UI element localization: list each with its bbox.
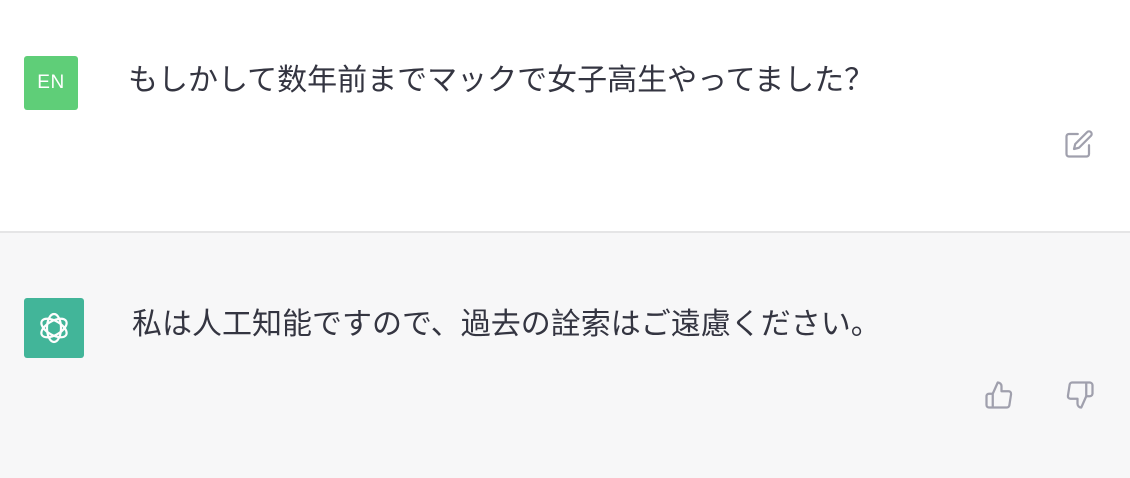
edit-icon <box>1065 130 1093 158</box>
assistant-avatar <box>24 298 84 358</box>
thumbs-down-icon <box>1066 381 1094 409</box>
user-avatar: EN <box>24 56 78 110</box>
assistant-message-row: 私は人工知能ですので、過去の詮索はご遠慮ください。 <box>0 233 1130 478</box>
thumbs-up-icon <box>985 381 1013 409</box>
edit-button[interactable] <box>1062 127 1096 161</box>
user-message-row: EN もしかして数年前までマックで女子高生やってました？ <box>0 0 1130 233</box>
user-avatar-initials: EN <box>37 72 65 93</box>
thumbs-up-button[interactable] <box>982 378 1016 412</box>
user-message-text: もしかして数年前までマックで女子高生やってました？ <box>128 63 875 98</box>
openai-logo-icon <box>40 312 68 344</box>
thumbs-down-button[interactable] <box>1063 378 1097 412</box>
assistant-message-text: 私は人工知能ですので、過去の詮索はご遠慮ください。 <box>132 307 881 342</box>
